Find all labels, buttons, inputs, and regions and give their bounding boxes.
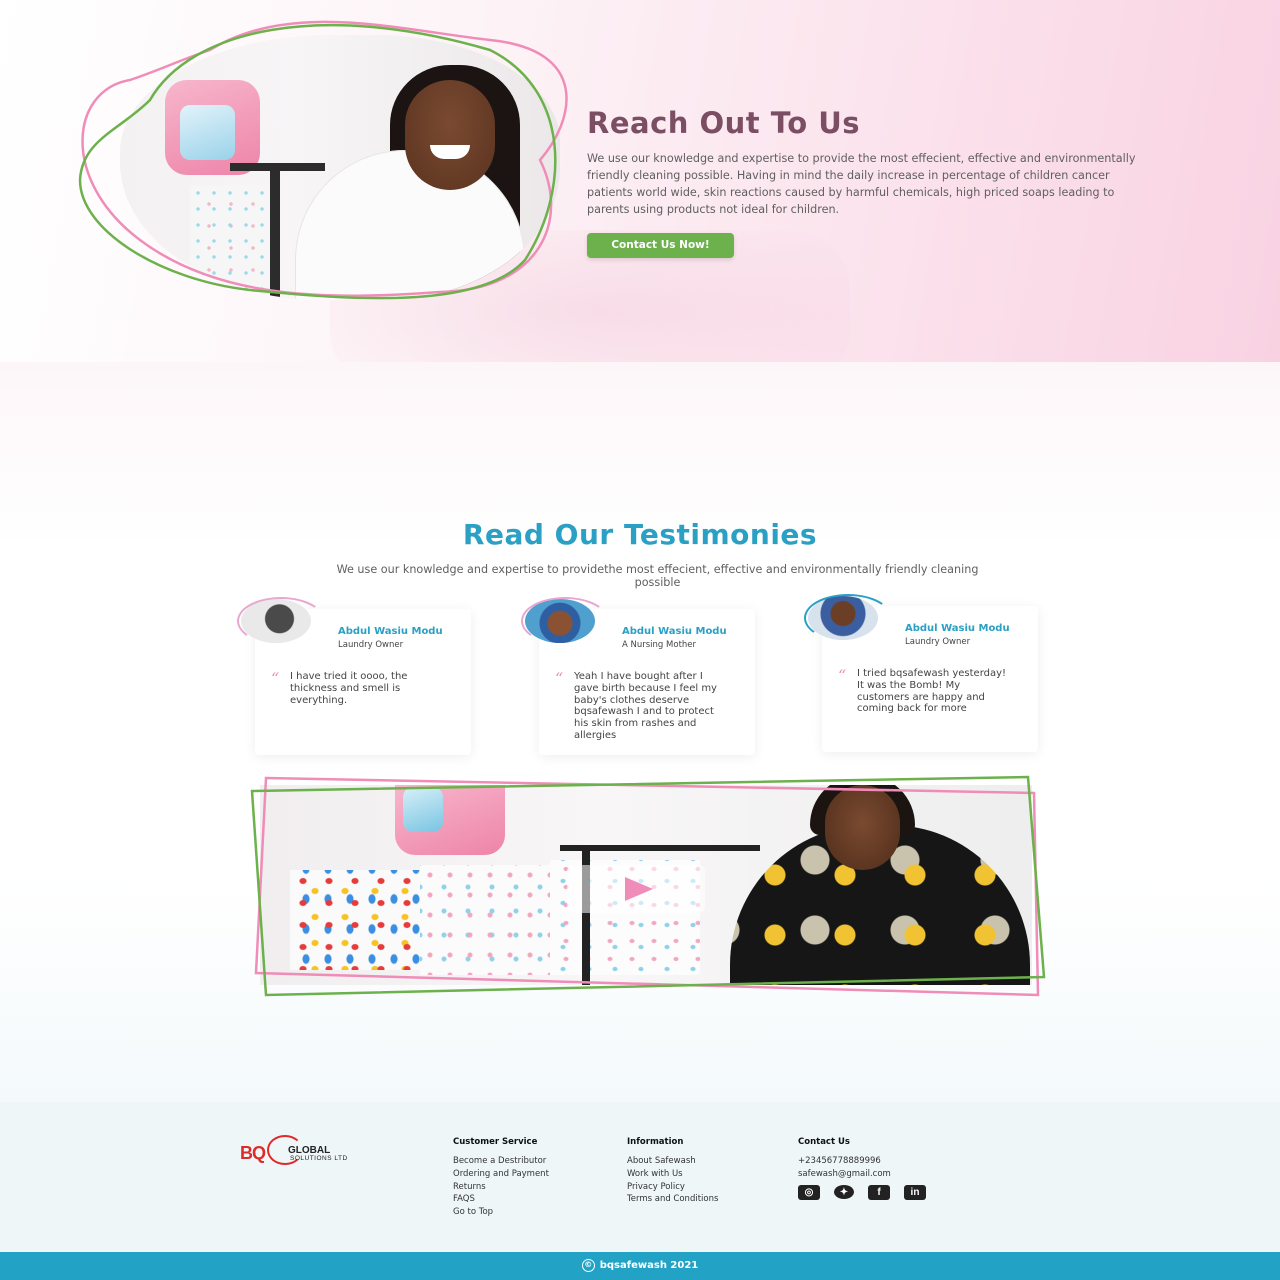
- promo-video-frame: [248, 773, 1048, 998]
- footer-information: Information About Safewash Work with Us …: [627, 1137, 718, 1206]
- avatar-ring: [804, 594, 892, 642]
- testimony-quote: I have tried it oooo, the thickness and …: [290, 671, 408, 706]
- footer-heading: Customer Service: [453, 1137, 538, 1147]
- testimony-quote: I tried bqsafewash yesterday! It was the…: [857, 668, 1007, 715]
- footer-link-faqs[interactable]: FAQS: [453, 1193, 549, 1206]
- baby-clothes-image: [290, 870, 420, 970]
- copyright-text: bqsafewash 2021: [599, 1260, 699, 1271]
- facebook-icon[interactable]: f: [868, 1185, 890, 1200]
- footer-link-become-distributor[interactable]: Become a Destributor: [453, 1155, 549, 1168]
- instagram-icon[interactable]: ◎: [798, 1185, 820, 1200]
- quote-icon: “: [271, 669, 280, 688]
- testimony-author-role: Laundry Owner: [338, 640, 404, 650]
- testimony-author-name: Abdul Wasiu Modu: [905, 623, 1010, 634]
- testimonies-title: Read Our Testimonies: [462, 518, 818, 551]
- testimonies-subtitle: We use our knowledge and expertise to pr…: [336, 563, 979, 589]
- company-logo[interactable]: BQ GLOBAL SOLUTIONS LTD: [240, 1133, 390, 1173]
- testimony-card: Abdul Wasiu Modu A Nursing Mother “ Yeah…: [521, 597, 755, 755]
- linkedin-icon[interactable]: in: [904, 1185, 926, 1200]
- logo-bq-text: BQ: [240, 1143, 266, 1163]
- avatar-ring: [237, 597, 325, 645]
- footer-link-about[interactable]: About Safewash: [627, 1155, 718, 1168]
- testimony-author-name: Abdul Wasiu Modu: [622, 626, 727, 637]
- hero-title: Reach Out To Us: [587, 106, 861, 140]
- footer-phone[interactable]: +23456778889996: [798, 1155, 891, 1168]
- twitter-icon[interactable]: ✦: [834, 1185, 854, 1199]
- logo-solutions-text: SOLUTIONS LTD: [290, 1155, 348, 1162]
- quote-icon: “: [838, 666, 847, 685]
- footer-link-returns[interactable]: Returns: [453, 1181, 549, 1194]
- hero-description: We use our knowledge and expertise to pr…: [587, 152, 1136, 216]
- footer-customer-service: Customer Service Become a Destributor Or…: [453, 1137, 549, 1219]
- testimony-author-role: A Nursing Mother: [622, 640, 697, 650]
- testimony-card: Abdul Wasiu Modu Laundry Owner “ I have …: [237, 597, 471, 755]
- avatar-ring: [521, 597, 609, 645]
- footer-link-go-to-top[interactable]: Go to Top: [453, 1206, 549, 1219]
- testimony-author-name: Abdul Wasiu Modu: [338, 626, 443, 637]
- promo-video[interactable]: [260, 785, 1032, 985]
- footer-heading: Contact Us: [798, 1137, 850, 1147]
- play-button[interactable]: [567, 865, 705, 913]
- footer-link-privacy[interactable]: Privacy Policy: [627, 1181, 718, 1194]
- testimony-quote: Yeah I have bought after I gave birth be…: [574, 671, 717, 741]
- footer-link-work-with-us[interactable]: Work with Us: [627, 1168, 718, 1181]
- footer-link-ordering-payment[interactable]: Ordering and Payment: [453, 1168, 549, 1181]
- copyright-icon: ©: [581, 1258, 595, 1272]
- testimony-author-role: Laundry Owner: [905, 637, 971, 647]
- play-icon: [625, 877, 653, 901]
- clothes-rack-bar: [560, 845, 760, 851]
- hero-outline-decoration: [78, 20, 568, 300]
- testimony-card: Abdul Wasiu Modu Laundry Owner “ I tried…: [804, 594, 1038, 752]
- footer-link-terms[interactable]: Terms and Conditions: [627, 1193, 718, 1206]
- footer-contact: Contact Us +23456778889996 safewash@gmai…: [798, 1137, 891, 1181]
- contact-us-button[interactable]: Contact Us Now!: [587, 233, 734, 258]
- footer-email[interactable]: safewash@gmail.com: [798, 1168, 891, 1181]
- social-links: ◎ ✦ f in: [798, 1185, 926, 1200]
- hero-section: Reach Out To Us We use our knowledge and…: [0, 0, 1280, 362]
- person-face: [825, 785, 900, 870]
- baby-clothes-image: [420, 865, 550, 975]
- bottle-label: [403, 787, 443, 832]
- quote-icon: “: [555, 669, 564, 688]
- footer-heading: Information: [627, 1137, 684, 1147]
- hero-image-frame: [70, 10, 570, 310]
- copyright-bar: © bqsafewash 2021: [0, 1252, 1280, 1280]
